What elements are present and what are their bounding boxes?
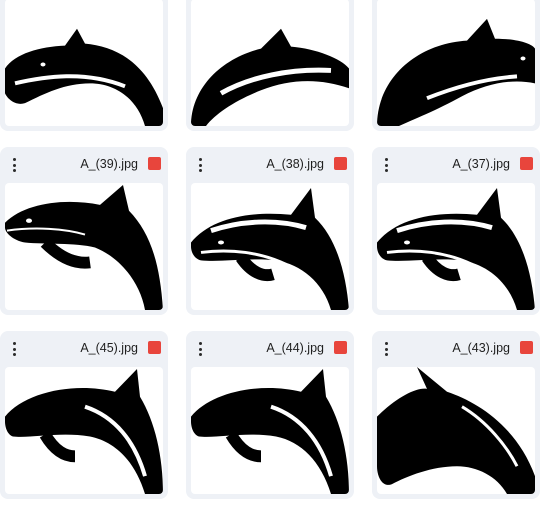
more-vert-icon[interactable]: [192, 340, 208, 358]
file-card[interactable]: A_(39).jpg: [0, 147, 168, 315]
file-card[interactable]: A_(44).jpg: [186, 331, 354, 499]
dolphin-silhouette: [191, 368, 349, 494]
image-thumbnail[interactable]: [5, 183, 163, 310]
dolphin-silhouette: [377, 187, 535, 310]
image-icon: [334, 157, 347, 170]
card-header: A_(44).jpg: [186, 331, 354, 367]
file-name: A_(44).jpg: [266, 341, 324, 355]
dolphin-silhouette: [377, 367, 535, 494]
file-name: A_(39).jpg: [80, 157, 138, 171]
card-header: A_(43).jpg: [372, 331, 540, 367]
card-header: A_(39).jpg: [0, 147, 168, 183]
image-icon: [520, 157, 533, 170]
file-card[interactable]: A_(43).jpg: [372, 331, 540, 499]
file-name: A_(43).jpg: [452, 341, 510, 355]
image-thumbnail[interactable]: [191, 0, 349, 126]
dolphin-silhouette: [377, 18, 535, 126]
image-icon: [520, 341, 533, 354]
more-vert-icon[interactable]: [378, 340, 394, 358]
image-thumbnail[interactable]: [191, 183, 349, 310]
card-header: A_(45).jpg: [0, 331, 168, 367]
more-vert-icon[interactable]: [378, 156, 394, 174]
image-thumbnail[interactable]: [377, 0, 535, 126]
image-icon: [148, 157, 161, 170]
image-thumbnail[interactable]: [5, 0, 163, 126]
more-vert-icon[interactable]: [6, 340, 22, 358]
image-thumbnail[interactable]: [5, 367, 163, 494]
file-card[interactable]: A_(37).jpg: [372, 147, 540, 315]
dolphin-silhouette: [5, 184, 163, 310]
file-name: A_(37).jpg: [452, 157, 510, 171]
dolphin-silhouette: [191, 187, 349, 310]
file-card[interactable]: [372, 0, 540, 131]
file-card[interactable]: [0, 0, 168, 131]
file-card[interactable]: A_(38).jpg: [186, 147, 354, 315]
file-name: A_(45).jpg: [80, 341, 138, 355]
card-header: A_(37).jpg: [372, 147, 540, 183]
image-icon: [148, 341, 161, 354]
file-name: A_(38).jpg: [266, 157, 324, 171]
dolphin-silhouette: [5, 368, 163, 494]
more-vert-icon[interactable]: [192, 156, 208, 174]
dolphin-silhouette: [191, 28, 349, 126]
dolphin-silhouette: [5, 28, 163, 126]
file-card[interactable]: [186, 0, 354, 131]
more-vert-icon[interactable]: [6, 156, 22, 174]
card-header: A_(38).jpg: [186, 147, 354, 183]
image-thumbnail[interactable]: [191, 367, 349, 494]
image-thumbnail[interactable]: [377, 367, 535, 494]
image-icon: [334, 341, 347, 354]
file-card[interactable]: A_(45).jpg: [0, 331, 168, 499]
image-thumbnail[interactable]: [377, 183, 535, 310]
